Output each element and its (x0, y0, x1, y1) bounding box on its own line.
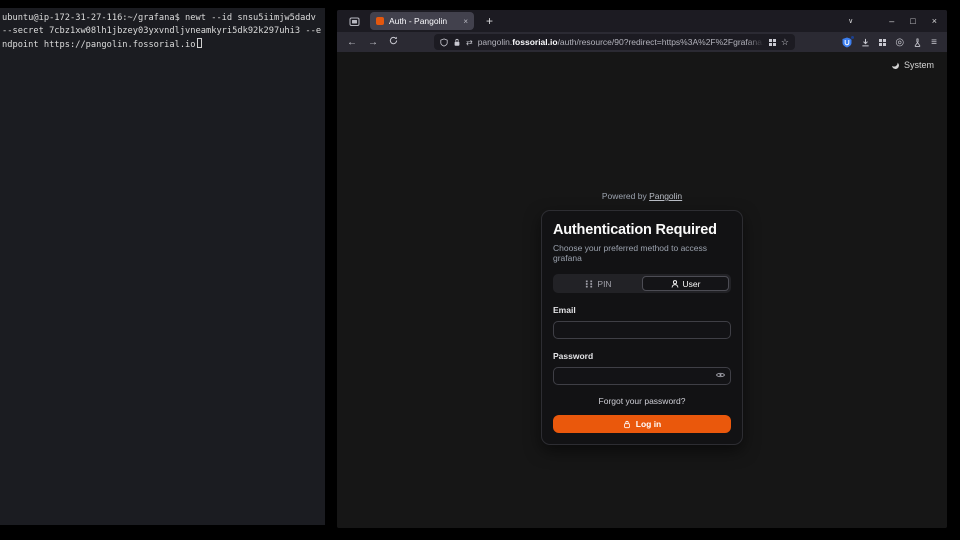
tab-title: Auth - Pangolin (389, 16, 458, 26)
tab-pin[interactable]: PIN (555, 276, 642, 291)
keypad-icon (585, 280, 593, 288)
permissions-swap-icon[interactable]: ⇄ (466, 38, 473, 47)
list-tabs-icon[interactable]: ∨ (848, 17, 853, 25)
bookmark-star-icon[interactable]: ☆ (781, 37, 789, 48)
terminal-line: ubuntu@ip-172-31-27-116:~/grafana$ newt … (2, 12, 323, 25)
browser-toolbar: ← → ⇄ pangolin.fossorial.io/auth/resourc… (337, 32, 947, 52)
containers-icon[interactable] (769, 39, 776, 46)
forgot-password-link[interactable]: Forgot your password? (553, 396, 731, 406)
card-subtitle: Choose your preferred method to access g… (553, 243, 731, 263)
menu-icon[interactable]: ≡ (931, 37, 937, 48)
url-text[interactable]: pangolin.fossorial.io/auth/resource/90?r… (478, 37, 764, 47)
browser-window: Auth - Pangolin × + ∨ – □ × ← → ⇄ (337, 10, 947, 528)
powered-by-text: Powered by (602, 191, 647, 201)
auth-method-tabs: PIN User (553, 274, 731, 293)
auth-card: Authentication Required Choose your pref… (541, 210, 743, 445)
extension-badge (850, 35, 855, 40)
terminal-cursor (197, 38, 202, 48)
login-button[interactable]: Log in (553, 415, 731, 433)
reload-icon[interactable] (389, 36, 398, 48)
moon-icon (891, 61, 900, 70)
url-domain: fossorial.io (512, 37, 557, 47)
downloads-icon[interactable] (861, 38, 870, 47)
forward-icon[interactable]: → (368, 37, 378, 48)
tab-pin-label: PIN (597, 279, 611, 289)
page-content: System Powered by Pangolin Authenticatio… (337, 52, 947, 528)
account-circle-icon[interactable]: ◎ (895, 37, 904, 48)
tab-user-label: User (683, 279, 701, 289)
show-password-icon[interactable] (716, 371, 725, 379)
theme-toggle-label: System (904, 60, 934, 70)
shield-icon[interactable] (440, 38, 448, 47)
terminal-window[interactable]: ubuntu@ip-172-31-27-116:~/grafana$ newt … (0, 8, 325, 525)
user-icon (671, 280, 679, 288)
maximize-button[interactable]: □ (910, 16, 915, 26)
url-bar[interactable]: ⇄ pangolin.fossorial.io/auth/resource/90… (434, 34, 795, 50)
firefox-view-icon[interactable] (349, 16, 360, 27)
terminal-line: ndpoint https://pangolin.fossorial.io (2, 38, 323, 52)
email-label: Email (553, 305, 731, 315)
email-input[interactable] (553, 321, 731, 339)
terminal-line: --secret 7cbz1xw08lh1jbzey03yxvndljvneam… (2, 25, 323, 38)
auth-column: Powered by Pangolin Authentication Requi… (541, 191, 743, 445)
card-title: Authentication Required (553, 222, 731, 238)
email-field-wrap (553, 320, 731, 339)
url-subdomain: pangolin. (478, 37, 513, 47)
ublock-extension-icon[interactable] (842, 37, 852, 48)
lock-icon (623, 420, 631, 429)
pangolin-link[interactable]: Pangolin (649, 191, 682, 201)
theme-toggle[interactable]: System (892, 60, 934, 70)
login-button-label: Log in (636, 419, 662, 429)
terminal-line-text: ndpoint https://pangolin.fossorial.io (2, 40, 196, 50)
password-field-wrap (553, 366, 731, 385)
extensions-grid-icon[interactable] (879, 39, 886, 46)
toolbar-extensions: ◎ ≡ (842, 37, 937, 48)
tab-close-icon[interactable]: × (463, 17, 468, 26)
url-path: /auth/resource/90?redirect=https%3A%2F%2… (558, 37, 764, 47)
back-icon[interactable]: ← (347, 37, 357, 48)
password-label: Password (553, 351, 731, 361)
new-tab-button[interactable]: + (486, 15, 493, 27)
window-controls: ∨ – □ × (848, 16, 937, 26)
powered-by: Powered by Pangolin (541, 191, 743, 201)
close-button[interactable]: × (932, 16, 937, 26)
flask-icon[interactable] (913, 38, 922, 47)
nav-buttons: ← → (347, 36, 398, 48)
lock-icon[interactable] (453, 38, 461, 47)
password-input[interactable] (553, 367, 731, 385)
tab-bar: Auth - Pangolin × + ∨ – □ × (337, 10, 947, 32)
browser-tab-auth-pangolin[interactable]: Auth - Pangolin × (370, 12, 474, 30)
tab-user[interactable]: User (642, 276, 729, 291)
minimize-button[interactable]: – (889, 16, 894, 26)
pangolin-favicon-icon (376, 17, 384, 25)
